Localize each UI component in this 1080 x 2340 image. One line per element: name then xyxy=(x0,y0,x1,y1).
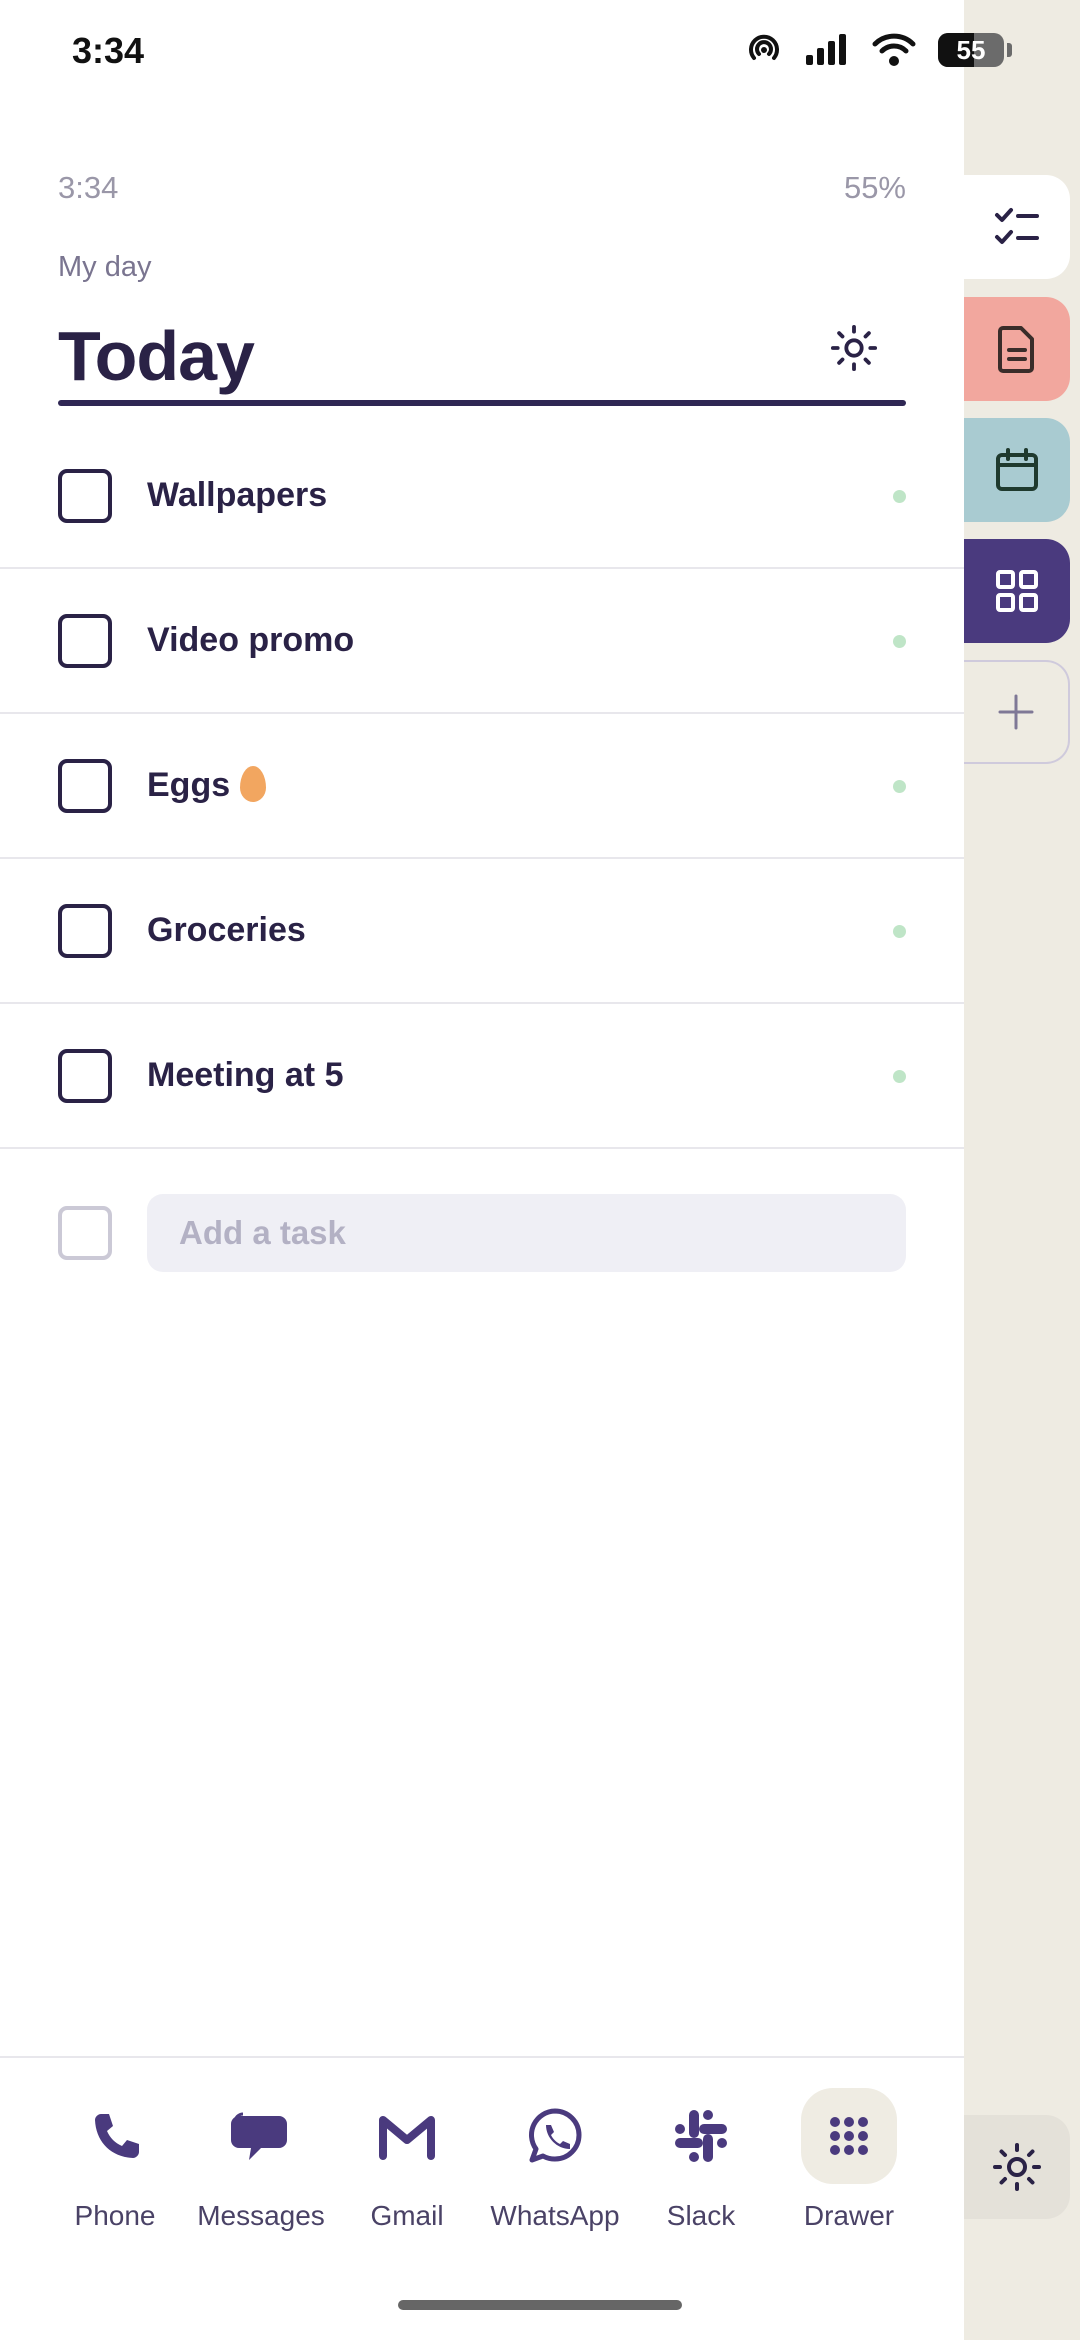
calendar-icon xyxy=(996,448,1038,491)
task-list: Wallpapers Video promo Eggs Groceries Me… xyxy=(0,424,964,1149)
rail-tab-notes[interactable] xyxy=(964,297,1070,401)
task-label[interactable]: Video promo xyxy=(147,621,354,660)
task-row[interactable]: Groceries xyxy=(0,859,964,1004)
task-label[interactable]: Groceries xyxy=(147,911,306,950)
phone-icon xyxy=(67,2088,163,2184)
slack-icon xyxy=(653,2088,749,2184)
dock-app-slack[interactable]: Slack xyxy=(626,2088,776,2232)
plus-icon xyxy=(998,694,1034,730)
widget-time: 3:34 xyxy=(58,170,119,205)
section-label: My day xyxy=(58,251,152,283)
widget-battery: 55% xyxy=(843,170,906,205)
theme-toggle-button[interactable] xyxy=(824,318,884,378)
wifi-icon xyxy=(872,33,916,66)
dock-app-messages[interactable]: Messages xyxy=(186,2088,336,2232)
messages-icon xyxy=(213,2088,309,2184)
main-panel: 3:34 55% My day Today Wallpapers Video p… xyxy=(0,0,964,2340)
gmail-icon xyxy=(359,2088,455,2184)
add-task-row xyxy=(0,1193,964,1273)
page-title[interactable]: Today xyxy=(58,316,255,396)
task-checkbox[interactable] xyxy=(58,904,112,958)
task-status-dot xyxy=(893,490,906,503)
checklist-icon xyxy=(995,208,1039,244)
app-dock: Phone Messages Gmail WhatsApp Slack Draw… xyxy=(0,2056,964,2340)
title-underline xyxy=(58,400,906,406)
home-indicator[interactable] xyxy=(398,2300,682,2310)
dock-app-drawer[interactable]: Drawer xyxy=(774,2088,924,2232)
task-checkbox[interactable] xyxy=(58,469,112,523)
signal-icon xyxy=(806,34,846,65)
task-label: Eggs xyxy=(147,766,231,804)
battery-percent: 55 xyxy=(956,35,986,65)
battery-icon: 55 xyxy=(938,33,1012,67)
sun-icon xyxy=(993,2143,1041,2191)
status-bar: 3:34 55 xyxy=(0,0,1080,100)
dock-app-label: Phone xyxy=(74,2200,156,2231)
rail-tab-calendar[interactable] xyxy=(964,418,1070,522)
task-label[interactable]: Wallpapers xyxy=(147,476,327,515)
task-row[interactable]: Meeting at 5 xyxy=(0,1004,964,1149)
task-label[interactable]: Meeting at 5 xyxy=(147,1056,343,1095)
grid-icon xyxy=(801,2088,897,2184)
task-status-dot xyxy=(893,780,906,793)
apps-grid-icon xyxy=(996,570,1038,612)
dock-app-label: Messages xyxy=(197,2200,325,2231)
document-icon xyxy=(998,326,1034,373)
status-icons: 55 xyxy=(746,32,1012,68)
dock-app-label: Gmail xyxy=(370,2200,444,2231)
task-status-dot xyxy=(893,1070,906,1083)
dock-app-label: WhatsApp xyxy=(490,2200,620,2231)
task-row[interactable]: Wallpapers xyxy=(0,424,964,569)
task-row[interactable]: Eggs xyxy=(0,714,964,859)
add-task-checkbox xyxy=(58,1206,112,1260)
task-label-wrapper[interactable]: Eggs xyxy=(147,766,267,805)
task-row[interactable]: Video promo xyxy=(0,569,964,714)
dock-app-whatsapp[interactable]: WhatsApp xyxy=(480,2088,630,2232)
task-checkbox[interactable] xyxy=(58,759,112,813)
status-time: 3:34 xyxy=(72,30,145,71)
rail-theme-button[interactable] xyxy=(964,2115,1070,2219)
egg-icon xyxy=(240,766,267,802)
battery-nub xyxy=(1007,43,1012,57)
task-status-dot xyxy=(893,635,906,648)
add-task-input[interactable] xyxy=(147,1194,906,1272)
rail-add-button[interactable] xyxy=(964,660,1070,764)
dock-app-label: Drawer xyxy=(803,2200,895,2231)
dock-app-gmail[interactable]: Gmail xyxy=(332,2088,482,2232)
task-checkbox[interactable] xyxy=(58,614,112,668)
rail-tab-tasks[interactable] xyxy=(964,175,1070,279)
dock-app-phone[interactable]: Phone xyxy=(40,2088,190,2232)
rail-tab-apps[interactable] xyxy=(964,539,1070,643)
sun-icon xyxy=(830,324,878,372)
task-status-dot xyxy=(893,925,906,938)
hotspot-icon xyxy=(749,34,779,60)
task-checkbox[interactable] xyxy=(58,1049,112,1103)
dock-app-label: Slack xyxy=(666,2200,736,2231)
whatsapp-icon xyxy=(507,2088,603,2184)
